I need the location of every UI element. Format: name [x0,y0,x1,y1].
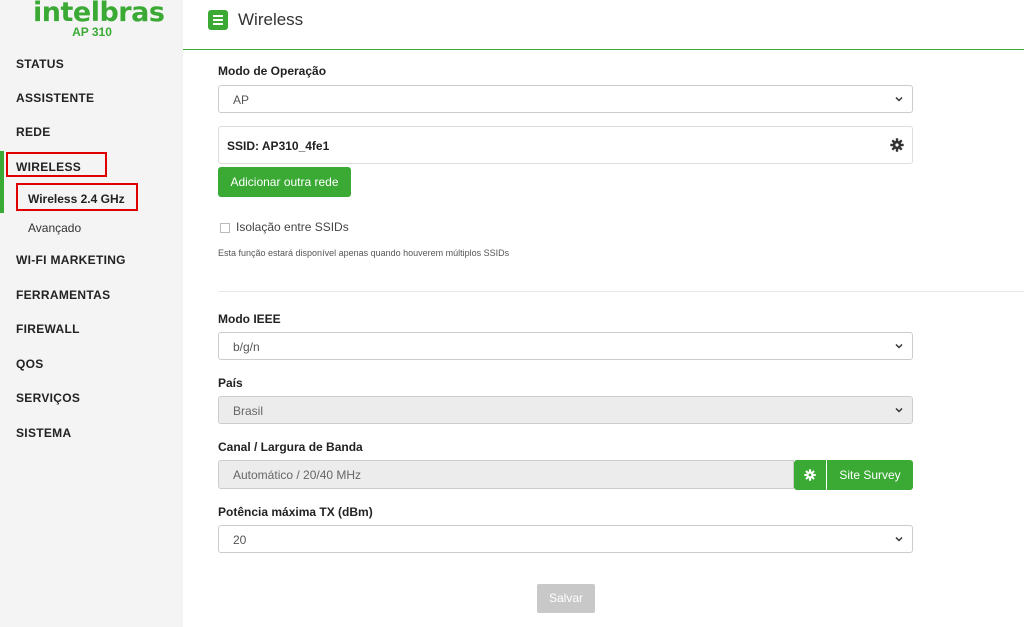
active-section-indicator [0,151,4,213]
main-content: Modo de Operação AP SSID: AP310_4fe1 Adi… [183,51,1024,627]
country-select-value: Brasil [233,404,264,418]
sidebar-item-sistema[interactable]: SISTEMA [16,426,71,440]
sidebar-item-qos[interactable]: QOS [16,357,44,371]
mode-select-value: AP [233,93,250,107]
channel-settings-button[interactable] [794,460,826,490]
chevron-down-icon [895,536,903,542]
mode-label: Modo de Operação [218,64,327,78]
chevron-down-icon [895,407,903,413]
ssid-card: SSID: AP310_4fe1 [218,126,913,164]
section-divider [218,291,1024,292]
mode-select[interactable]: AP [218,85,913,113]
gear-icon[interactable] [890,138,904,152]
sidebar: intelbras AP 310 STATUS ASSISTENTE REDE … [0,0,183,627]
ssid-text: SSID: AP310_4fe1 [227,139,330,153]
wireless-24-highlight-box [16,183,138,211]
gear-icon [804,469,816,481]
sidebar-item-rede[interactable]: REDE [16,125,51,139]
isolation-checkbox[interactable] [220,223,230,233]
sidebar-item-servicos[interactable]: SERVIÇOS [16,391,80,405]
brand-name: intelbras [33,0,165,28]
ieee-label: Modo IEEE [218,312,281,326]
isolation-label: Isolação entre SSIDs [236,220,349,234]
sidebar-item-assistente[interactable]: ASSISTENTE [16,91,94,105]
sidebar-item-status[interactable]: STATUS [16,57,64,71]
tx-power-select[interactable]: 20 [218,525,913,553]
site-survey-button[interactable]: Site Survey [827,460,913,490]
brand-logo: intelbras AP 310 [33,0,165,38]
tx-power-select-value: 20 [233,533,247,547]
sidebar-item-wifi-marketing[interactable]: WI-FI MARKETING [16,253,126,267]
ieee-select-value: b/g/n [233,340,260,354]
ieee-select[interactable]: b/g/n [218,332,913,360]
country-select: Brasil [218,396,913,424]
chevron-down-icon [895,96,903,102]
add-network-button[interactable]: Adicionar outra rede [218,167,351,197]
sidebar-item-firewall[interactable]: FIREWALL [16,322,80,336]
page-title: Wireless [238,10,304,29]
sidebar-item-ferramentas[interactable]: FERRAMENTAS [16,288,110,302]
country-label: País [218,376,243,390]
page-header: Wireless [183,0,1024,50]
channel-field: Automático / 20/40 MHz [218,460,794,489]
channel-label: Canal / Largura de Banda [218,440,363,454]
save-button[interactable]: Salvar [537,584,595,613]
isolation-help-text: Esta função estará disponível apenas qua… [218,248,510,258]
sidebar-subitem-avancado[interactable]: Avançado [28,221,81,235]
chevron-down-icon [895,343,903,349]
wireless-highlight-box [6,152,107,177]
tx-power-label: Potência máxima TX (dBm) [218,505,373,519]
hamburger-icon[interactable] [208,10,228,30]
channel-field-value: Automático / 20/40 MHz [233,468,362,482]
